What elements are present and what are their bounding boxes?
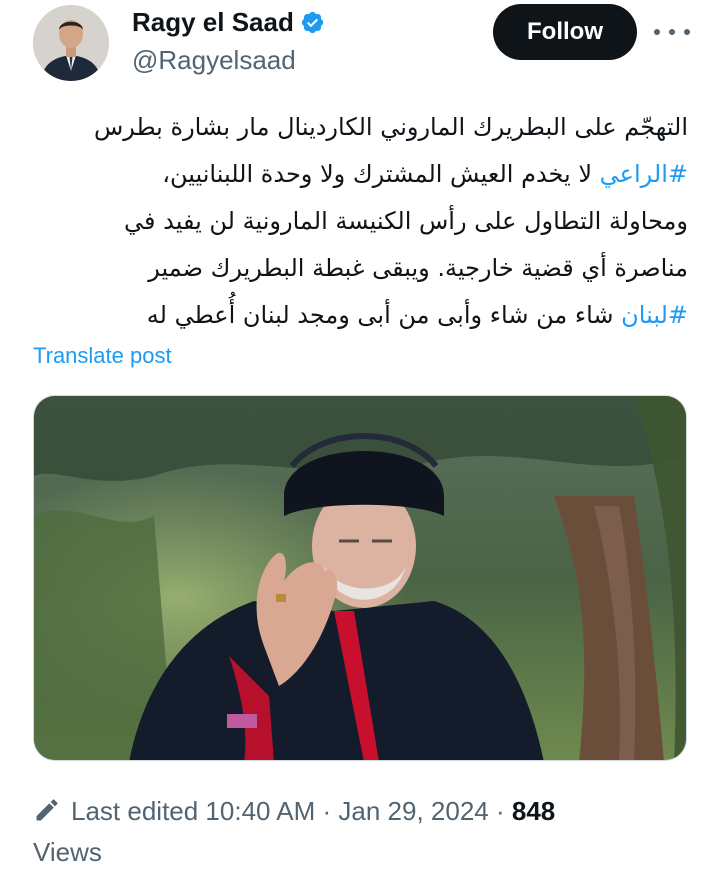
author-handle[interactable]: @Ragyelsaad: [132, 45, 296, 75]
tweet-line-3: ومحاولة التطاول على رأس الكنيسة الماروني…: [124, 207, 688, 235]
tweet-meta: Last edited 10:40 AM · Jan 29, 2024 · 84…: [33, 793, 693, 829]
hashtag-link-alrai[interactable]: #الراعي: [600, 160, 688, 188]
edit-pencil-icon: [36, 799, 58, 821]
tweet-line-1: التهجّم على البطريرك الماروني الكاردينال…: [93, 113, 688, 141]
verified-badge-icon: [301, 11, 324, 34]
translate-post-link[interactable]: Translate post: [33, 341, 172, 371]
edited-timestamp[interactable]: Last edited 10:40 AM · Jan 29, 2024 ·: [71, 796, 512, 826]
avatar[interactable]: [33, 5, 109, 81]
dot: [669, 29, 675, 35]
views-count: 848: [511, 796, 556, 826]
follow-button[interactable]: Follow: [493, 4, 637, 60]
tweet-line-5-text: شاء من شاء وأبى من أبى ومجد لبنان أُعطي …: [146, 301, 622, 329]
hashtag-link-lebanon[interactable]: #لبنان: [621, 301, 688, 329]
tweet-line-4: مناصرة أي قضية خارجية. ويبقى غبطة البطري…: [148, 254, 688, 282]
tweet-text: التهجّم على البطريرك الماروني الكاردينال…: [36, 104, 688, 339]
tweet-line-2: #الراعي لا يخدم العيش المشترك ولا وحدة ا…: [36, 151, 688, 198]
author-name[interactable]: Ragy el Saad: [132, 6, 325, 38]
views-label: Views: [33, 837, 102, 867]
tweet-line-5: #لبنان شاء من شاء وأبى من أبى ومجد لبنان…: [36, 292, 688, 339]
tweet-photo[interactable]: [33, 395, 687, 761]
tweet-line-2-text: لا يخدم العيش المشترك ولا وحدة اللبنانيي…: [162, 160, 600, 188]
tweet-header: Ragy el Saad @Ragyelsaad Follow: [0, 0, 720, 96]
author-name-text[interactable]: Ragy el Saad: [132, 7, 294, 37]
more-dots-icon[interactable]: [654, 22, 690, 42]
dot: [684, 29, 690, 35]
dot: [654, 29, 660, 35]
